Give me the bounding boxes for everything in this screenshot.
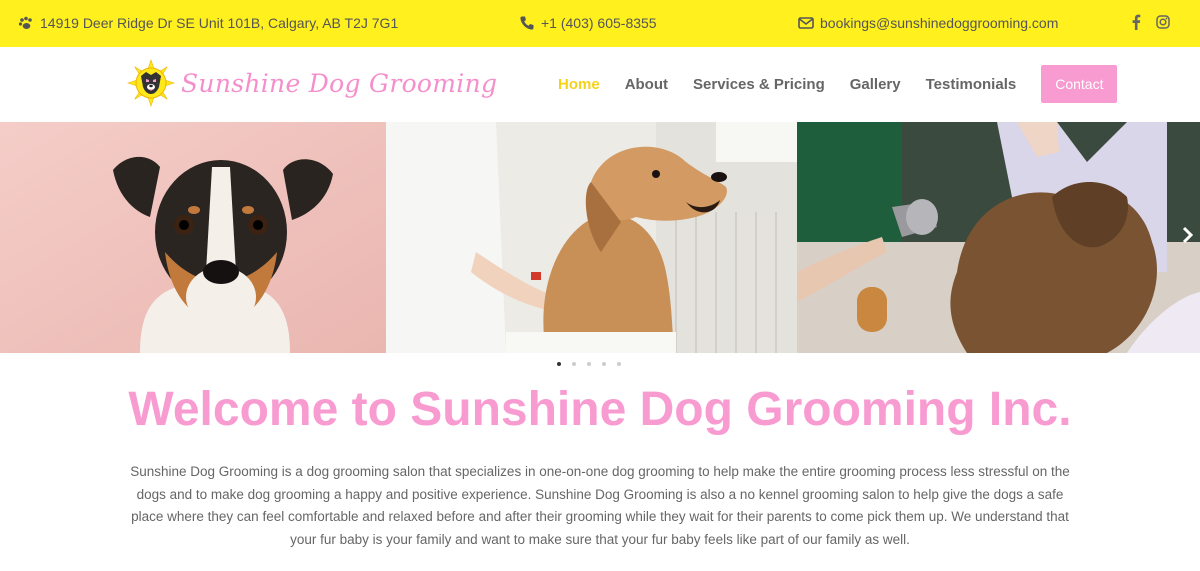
contact-button[interactable]: Contact: [1041, 65, 1118, 103]
slider-dot-5[interactable]: [617, 362, 621, 366]
logo-text: Sunshine Dog Grooming: [181, 68, 498, 98]
phone-icon: [520, 16, 534, 30]
site-logo[interactable]: Sunshine Dog Grooming: [127, 59, 497, 107]
sun-dog-logo-icon: [127, 59, 175, 107]
slide-image-golden-retriever: [386, 122, 797, 353]
email-item[interactable]: bookings@sunshinedoggrooming.com: [798, 15, 1058, 31]
nav-about[interactable]: About: [625, 76, 668, 93]
slider-dot-2[interactable]: [572, 362, 576, 366]
top-info-bar: 14919 Deer Ridge Dr SE Unit 101B, Calgar…: [0, 0, 1200, 47]
facebook-icon[interactable]: [1130, 14, 1142, 30]
slider-next-arrow[interactable]: [1182, 224, 1194, 250]
email-text[interactable]: bookings@sunshinedoggrooming.com: [820, 15, 1058, 31]
address-text: 14919 Deer Ridge Dr SE Unit 101B, Calgar…: [40, 15, 399, 31]
hero-slider[interactable]: [0, 122, 1200, 353]
slide-image-terrier: [0, 122, 386, 353]
slider-dot-1[interactable]: [557, 362, 561, 366]
main-nav: Home About Services & Pricing Gallery Te…: [558, 65, 1118, 103]
phone-item[interactable]: +1 (403) 605-8355: [519, 15, 657, 31]
intro-paragraph: Sunshine Dog Grooming is a dog grooming …: [130, 464, 1070, 547]
slide-image-blow-dry: [797, 122, 1200, 353]
nav-gallery[interactable]: Gallery: [850, 76, 901, 93]
page-title: Welcome to Sunshine Dog Grooming Inc.: [128, 383, 1072, 436]
slider-dot-4[interactable]: [602, 362, 606, 366]
nav-services-pricing[interactable]: Services & Pricing: [693, 76, 825, 93]
nav-testimonials[interactable]: Testimonials: [926, 76, 1017, 93]
instagram-icon[interactable]: [1156, 15, 1170, 29]
phone-text[interactable]: +1 (403) 605-8355: [541, 15, 657, 31]
nav-home[interactable]: Home: [558, 76, 600, 93]
paw-icon: [18, 16, 32, 29]
slider-dots: [557, 362, 621, 366]
social-links: [1130, 14, 1170, 30]
envelope-icon: [798, 17, 814, 29]
address-item: 14919 Deer Ridge Dr SE Unit 101B, Calgar…: [18, 15, 398, 31]
slider-dot-3[interactable]: [587, 362, 591, 366]
site-header: Sunshine Dog Grooming Home About Service…: [0, 47, 1200, 122]
